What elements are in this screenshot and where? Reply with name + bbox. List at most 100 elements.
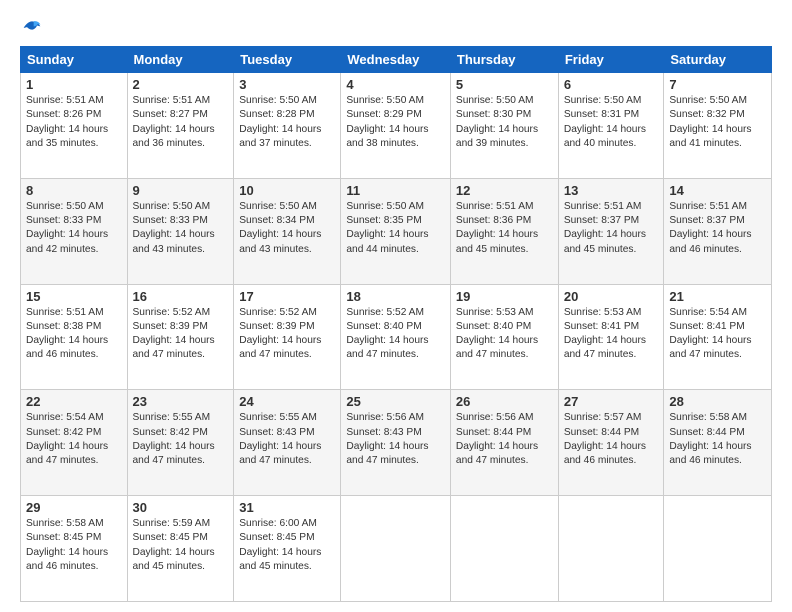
day-info: Sunrise: 5:54 AMSunset: 8:41 PMDaylight:… [669, 307, 751, 361]
calendar-day-cell: 2 Sunrise: 5:51 AMSunset: 8:27 PMDayligh… [127, 73, 234, 179]
day-info: Sunrise: 5:55 AMSunset: 8:42 PMDaylight:… [133, 412, 215, 466]
day-number: 3 [239, 77, 335, 92]
day-info: Sunrise: 5:51 AMSunset: 8:37 PMDaylight:… [669, 201, 751, 255]
day-number: 22 [26, 394, 122, 409]
day-info: Sunrise: 5:56 AMSunset: 8:43 PMDaylight:… [346, 412, 428, 466]
calendar-day-cell: 16 Sunrise: 5:52 AMSunset: 8:39 PMDaylig… [127, 284, 234, 390]
day-number: 28 [669, 394, 766, 409]
calendar-day-cell: 5 Sunrise: 5:50 AMSunset: 8:30 PMDayligh… [450, 73, 558, 179]
day-info: Sunrise: 5:50 AMSunset: 8:30 PMDaylight:… [456, 95, 538, 149]
calendar-day-cell [558, 496, 664, 602]
calendar-day-cell: 6 Sunrise: 5:50 AMSunset: 8:31 PMDayligh… [558, 73, 664, 179]
calendar-day-cell: 26 Sunrise: 5:56 AMSunset: 8:44 PMDaylig… [450, 390, 558, 496]
calendar-day-cell: 15 Sunrise: 5:51 AMSunset: 8:38 PMDaylig… [21, 284, 128, 390]
day-number: 6 [564, 77, 659, 92]
calendar-day-cell: 9 Sunrise: 5:50 AMSunset: 8:33 PMDayligh… [127, 178, 234, 284]
calendar-day-cell: 31 Sunrise: 6:00 AMSunset: 8:45 PMDaylig… [234, 496, 341, 602]
day-info: Sunrise: 5:52 AMSunset: 8:39 PMDaylight:… [239, 307, 321, 361]
calendar-day-cell: 23 Sunrise: 5:55 AMSunset: 8:42 PMDaylig… [127, 390, 234, 496]
day-info: Sunrise: 6:00 AMSunset: 8:45 PMDaylight:… [239, 518, 321, 572]
day-info: Sunrise: 5:50 AMSunset: 8:35 PMDaylight:… [346, 201, 428, 255]
calendar-day-cell [664, 496, 772, 602]
day-number: 29 [26, 500, 122, 515]
calendar-week-row: 8 Sunrise: 5:50 AMSunset: 8:33 PMDayligh… [21, 178, 772, 284]
calendar-day-cell: 14 Sunrise: 5:51 AMSunset: 8:37 PMDaylig… [664, 178, 772, 284]
calendar-day-cell [450, 496, 558, 602]
calendar-day-cell: 18 Sunrise: 5:52 AMSunset: 8:40 PMDaylig… [341, 284, 451, 390]
day-info: Sunrise: 5:50 AMSunset: 8:33 PMDaylight:… [26, 201, 108, 255]
calendar-day-cell: 19 Sunrise: 5:53 AMSunset: 8:40 PMDaylig… [450, 284, 558, 390]
day-number: 11 [346, 183, 445, 198]
calendar-week-row: 29 Sunrise: 5:58 AMSunset: 8:45 PMDaylig… [21, 496, 772, 602]
header [20, 18, 772, 38]
day-number: 20 [564, 289, 659, 304]
calendar-day-cell: 11 Sunrise: 5:50 AMSunset: 8:35 PMDaylig… [341, 178, 451, 284]
day-info: Sunrise: 5:55 AMSunset: 8:43 PMDaylight:… [239, 412, 321, 466]
day-info: Sunrise: 5:50 AMSunset: 8:34 PMDaylight:… [239, 201, 321, 255]
calendar-day-cell: 30 Sunrise: 5:59 AMSunset: 8:45 PMDaylig… [127, 496, 234, 602]
day-number: 23 [133, 394, 229, 409]
day-number: 25 [346, 394, 445, 409]
day-info: Sunrise: 5:51 AMSunset: 8:27 PMDaylight:… [133, 95, 215, 149]
day-number: 19 [456, 289, 553, 304]
day-number: 9 [133, 183, 229, 198]
calendar-day-cell: 17 Sunrise: 5:52 AMSunset: 8:39 PMDaylig… [234, 284, 341, 390]
day-info: Sunrise: 5:50 AMSunset: 8:31 PMDaylight:… [564, 95, 646, 149]
day-of-week-header: Tuesday [234, 47, 341, 73]
day-of-week-header: Friday [558, 47, 664, 73]
calendar-week-row: 22 Sunrise: 5:54 AMSunset: 8:42 PMDaylig… [21, 390, 772, 496]
day-number: 18 [346, 289, 445, 304]
calendar-day-cell: 1 Sunrise: 5:51 AMSunset: 8:26 PMDayligh… [21, 73, 128, 179]
calendar-table: SundayMondayTuesdayWednesdayThursdayFrid… [20, 46, 772, 602]
day-info: Sunrise: 5:53 AMSunset: 8:40 PMDaylight:… [456, 307, 538, 361]
calendar-day-cell [341, 496, 451, 602]
day-info: Sunrise: 5:51 AMSunset: 8:36 PMDaylight:… [456, 201, 538, 255]
day-info: Sunrise: 5:50 AMSunset: 8:33 PMDaylight:… [133, 201, 215, 255]
day-info: Sunrise: 5:53 AMSunset: 8:41 PMDaylight:… [564, 307, 646, 361]
day-info: Sunrise: 5:50 AMSunset: 8:32 PMDaylight:… [669, 95, 751, 149]
day-info: Sunrise: 5:51 AMSunset: 8:38 PMDaylight:… [26, 307, 108, 361]
day-number: 24 [239, 394, 335, 409]
day-info: Sunrise: 5:58 AMSunset: 8:45 PMDaylight:… [26, 518, 108, 572]
calendar-day-cell: 25 Sunrise: 5:56 AMSunset: 8:43 PMDaylig… [341, 390, 451, 496]
calendar-day-cell: 8 Sunrise: 5:50 AMSunset: 8:33 PMDayligh… [21, 178, 128, 284]
day-number: 13 [564, 183, 659, 198]
day-number: 10 [239, 183, 335, 198]
day-info: Sunrise: 5:54 AMSunset: 8:42 PMDaylight:… [26, 412, 108, 466]
calendar-day-cell: 21 Sunrise: 5:54 AMSunset: 8:41 PMDaylig… [664, 284, 772, 390]
day-info: Sunrise: 5:52 AMSunset: 8:39 PMDaylight:… [133, 307, 215, 361]
page: SundayMondayTuesdayWednesdayThursdayFrid… [0, 0, 792, 612]
calendar-day-cell: 13 Sunrise: 5:51 AMSunset: 8:37 PMDaylig… [558, 178, 664, 284]
calendar-day-cell: 10 Sunrise: 5:50 AMSunset: 8:34 PMDaylig… [234, 178, 341, 284]
day-number: 27 [564, 394, 659, 409]
calendar-day-cell: 28 Sunrise: 5:58 AMSunset: 8:44 PMDaylig… [664, 390, 772, 496]
calendar-week-row: 15 Sunrise: 5:51 AMSunset: 8:38 PMDaylig… [21, 284, 772, 390]
day-info: Sunrise: 5:58 AMSunset: 8:44 PMDaylight:… [669, 412, 751, 466]
logo [20, 18, 42, 38]
day-number: 8 [26, 183, 122, 198]
day-number: 31 [239, 500, 335, 515]
day-number: 2 [133, 77, 229, 92]
day-number: 5 [456, 77, 553, 92]
day-info: Sunrise: 5:51 AMSunset: 8:37 PMDaylight:… [564, 201, 646, 255]
calendar-day-cell: 3 Sunrise: 5:50 AMSunset: 8:28 PMDayligh… [234, 73, 341, 179]
calendar-day-cell: 22 Sunrise: 5:54 AMSunset: 8:42 PMDaylig… [21, 390, 128, 496]
day-number: 14 [669, 183, 766, 198]
day-info: Sunrise: 5:56 AMSunset: 8:44 PMDaylight:… [456, 412, 538, 466]
day-number: 17 [239, 289, 335, 304]
day-of-week-header: Saturday [664, 47, 772, 73]
calendar-day-cell: 24 Sunrise: 5:55 AMSunset: 8:43 PMDaylig… [234, 390, 341, 496]
calendar-day-cell: 7 Sunrise: 5:50 AMSunset: 8:32 PMDayligh… [664, 73, 772, 179]
day-number: 21 [669, 289, 766, 304]
day-of-week-header: Thursday [450, 47, 558, 73]
calendar-day-cell: 20 Sunrise: 5:53 AMSunset: 8:41 PMDaylig… [558, 284, 664, 390]
day-number: 15 [26, 289, 122, 304]
logo-bird-icon [22, 18, 42, 38]
day-number: 26 [456, 394, 553, 409]
day-number: 30 [133, 500, 229, 515]
day-of-week-header: Wednesday [341, 47, 451, 73]
day-number: 1 [26, 77, 122, 92]
day-number: 4 [346, 77, 445, 92]
day-number: 7 [669, 77, 766, 92]
day-of-week-header: Monday [127, 47, 234, 73]
